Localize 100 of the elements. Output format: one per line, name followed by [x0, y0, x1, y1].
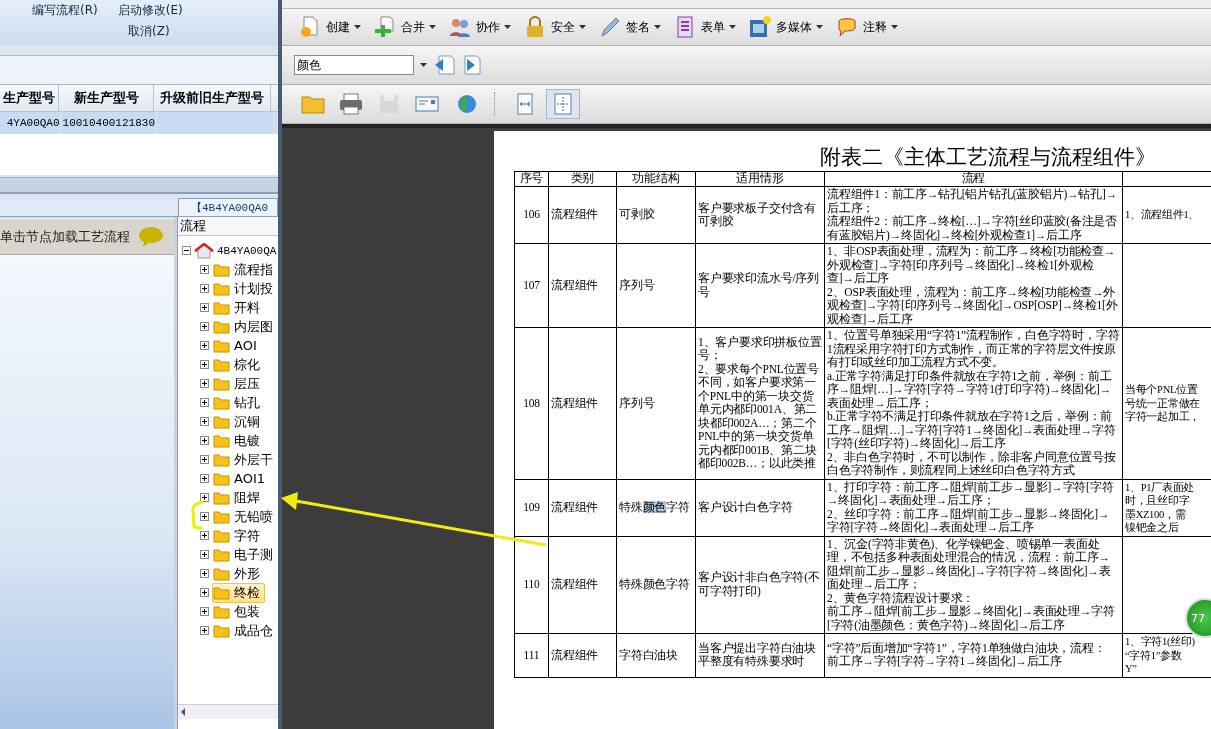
tree-node[interactable]: 内层图 — [212, 316, 278, 337]
caret-icon — [891, 25, 898, 29]
tree-node[interactable]: 4B4YA00QA — [217, 244, 277, 257]
toolbar-button[interactable]: 多媒体 — [744, 15, 827, 39]
table-cell: 流程组件 — [548, 633, 617, 677]
expand-icon[interactable] — [200, 588, 209, 597]
table-cell: 流程组件 — [548, 243, 617, 328]
expand-icon[interactable] — [200, 493, 209, 502]
tree-node[interactable]: 包装 — [212, 601, 265, 622]
folder-icon — [213, 414, 230, 429]
tree-node[interactable]: 外层干 — [212, 449, 278, 470]
expand-icon[interactable] — [200, 398, 209, 407]
horizontal-scrollbar[interactable] — [178, 704, 278, 719]
previous-result-icon[interactable] — [433, 55, 455, 75]
tree-node[interactable]: 阻焊 — [212, 487, 265, 508]
table-cell: 特殊颜色字符 — [616, 536, 696, 634]
tree-node[interactable]: 电子测 — [212, 544, 278, 565]
ribbon-button[interactable]: 编写流程(R) — [30, 0, 100, 21]
search-combobox[interactable]: 颜色 — [294, 55, 414, 75]
expand-icon[interactable] — [200, 607, 209, 616]
folder-icon — [213, 471, 230, 486]
expand-icon[interactable] — [200, 626, 209, 635]
tree-node[interactable]: 沉铜 — [212, 411, 265, 432]
expand-icon[interactable] — [200, 436, 209, 445]
folder-icon — [213, 319, 230, 334]
table-cell: 流程组件1：前工序→钻孔[铝片钻孔(蓝胶铝片)→钻孔]→后工序； 流程组件2：前工序→终检[…]→字符[丝印蓝胶(备注是否有蓝胶铝片)→终固化]→终检[外观检查1]→后工序 — [824, 186, 1123, 244]
table-cell: 10010400121830 — [60, 112, 157, 134]
tree-node[interactable]: 终检 — [212, 582, 265, 603]
folder-icon — [213, 528, 230, 543]
caret-icon — [354, 25, 361, 29]
expand-icon[interactable] — [200, 417, 209, 426]
tree-node[interactable]: 钻孔 — [212, 392, 265, 413]
table-cell: 流程组件 — [548, 186, 617, 244]
expand-icon[interactable] — [200, 284, 209, 293]
table-cell: 4YA00QA0 — [0, 112, 61, 134]
toolbar-button[interactable]: 协作 — [444, 15, 515, 39]
table-cell: 可剥胶 — [616, 186, 696, 244]
folder-icon — [213, 338, 230, 353]
tree-node[interactable]: 层压 — [212, 373, 265, 394]
expand-icon[interactable] — [200, 531, 209, 540]
table-cell: 110 — [514, 536, 549, 634]
toolbar-button[interactable]: 注释 — [831, 15, 902, 39]
tree-node[interactable]: 棕化 — [212, 354, 265, 375]
expand-icon[interactable] — [200, 265, 209, 274]
folder-icon — [213, 433, 230, 448]
tree-node[interactable]: 流程指 — [212, 259, 278, 280]
next-result-icon[interactable] — [461, 55, 483, 75]
document-tab[interactable]: 【4B4YA00QA0 — [178, 198, 278, 216]
ribbon-button[interactable]: 启动修改(E) — [115, 0, 185, 21]
table-cell: 1、P1厂表面处 时，且丝印字 墨XZ100，需 镍钯金之后 — [1122, 479, 1211, 536]
toolbar-button[interactable]: 创建 — [294, 15, 365, 39]
tree-node[interactable]: AOI — [212, 337, 262, 354]
tree-node[interactable]: AOI1 — [212, 470, 270, 487]
toolbar-button[interactable]: 安全 — [519, 15, 590, 39]
expand-icon[interactable] — [200, 379, 209, 388]
table-cell: 客户设计非白色字符(不可字符打印) — [695, 536, 825, 634]
tree-node[interactable]: 电镀 — [212, 430, 265, 451]
expand-icon[interactable] — [200, 341, 209, 350]
tree-node[interactable]: 无铅喷 — [212, 506, 278, 527]
table-cell: 客户要求板子交付含有可剥胶 — [695, 186, 825, 244]
column-header[interactable]: 新生产型号 — [59, 85, 154, 111]
table-cell: 流程组件 — [548, 536, 617, 634]
expand-icon[interactable] — [200, 455, 209, 464]
tree-node[interactable]: 成品仓 — [212, 620, 278, 641]
expand-icon[interactable] — [200, 550, 209, 559]
table-cell: 序列号 — [616, 243, 696, 328]
caret-icon — [504, 25, 511, 29]
film-icon — [748, 15, 772, 39]
expand-icon[interactable] — [200, 512, 209, 521]
toolbar-button[interactable]: 签名 — [594, 15, 665, 39]
grid-row[interactable]: 4YA00QA0 10010400121830 — [0, 112, 278, 134]
expand-icon[interactable] — [200, 322, 209, 331]
toolbar-button[interactable]: 合并 — [369, 15, 440, 39]
tree-node[interactable]: 外形 — [212, 563, 265, 584]
tree-node[interactable]: 开料 — [212, 297, 265, 318]
folder-icon — [213, 395, 230, 410]
caret-icon[interactable] — [420, 63, 427, 67]
table-cell: 当客户提出字符白油块平整度有特殊要求时 — [695, 633, 825, 677]
caret-icon — [729, 25, 736, 29]
expand-icon[interactable] — [200, 474, 209, 483]
table-cell: 1、客户要求印拼板位置号； 2、要求每个PNL位置号不同，如客户要求第一个PNL中的第一块交货单元内都印001A、第二块都印002A…；第二个PNL中的第一块交货单元内都印001B、第二块都印002B…；以此类推 — [695, 327, 825, 479]
collapse-icon[interactable] — [182, 246, 191, 255]
caret-icon — [654, 25, 661, 29]
tree-node[interactable]: 字符 — [212, 525, 265, 546]
annotation-bracket — [191, 500, 204, 530]
column-header[interactable]: 生产型号 — [0, 85, 59, 111]
table-cell: 序列号 — [616, 327, 696, 479]
toolbar-button[interactable]: 表单 — [669, 15, 740, 39]
tree-node[interactable]: 计划投 — [212, 278, 278, 299]
hint-text: 单击节点加载工艺流程 — [0, 228, 130, 246]
folder-icon — [213, 509, 230, 524]
expand-icon[interactable] — [200, 360, 209, 369]
expand-icon[interactable] — [200, 569, 209, 578]
column-header[interactable]: 升级前旧生产型号 — [154, 85, 271, 111]
tree-header: 流程 — [178, 217, 278, 236]
table-cell: 流程组件 — [548, 479, 617, 536]
ribbon-button[interactable]: 取消(Z) — [126, 21, 172, 42]
folder-icon — [213, 452, 230, 467]
speech-bubble-icon — [835, 15, 859, 39]
expand-icon[interactable] — [200, 303, 209, 312]
